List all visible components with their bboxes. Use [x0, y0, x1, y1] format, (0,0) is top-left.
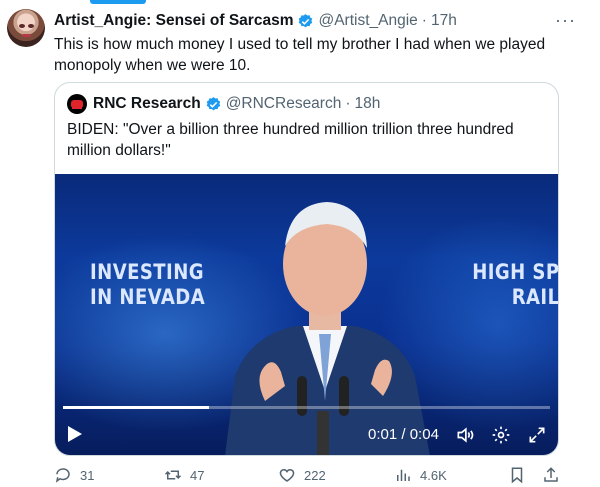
volume-icon[interactable]	[455, 425, 475, 445]
quoted-tweet[interactable]: RNC Research @RNCResearch · 18h BIDEN: "…	[54, 82, 559, 456]
reply-icon	[55, 468, 70, 483]
views-chart-icon	[397, 469, 410, 481]
action-bar: 31 47 222 4.6K	[54, 466, 564, 486]
verified-badge-icon	[206, 96, 220, 110]
avatar[interactable]	[7, 9, 45, 47]
video-time: 0:01 / 0:04	[368, 426, 439, 443]
backdrop-sign-right: HIGH SP RAIL	[472, 260, 558, 309]
repost-icon	[164, 470, 182, 480]
tweet-header: Artist_Angie: Sensei of Sarcasm @Artist_…	[54, 11, 570, 31]
bookmark-icon[interactable]	[508, 466, 526, 484]
reply-button[interactable]: 31	[54, 466, 94, 484]
quote-author-name[interactable]: RNC Research	[93, 95, 201, 113]
fullscreen-icon[interactable]	[527, 425, 547, 445]
top-accent-bar	[90, 0, 146, 4]
separator: ·	[421, 12, 427, 29]
verified-badge-icon	[299, 13, 313, 27]
quote-timestamp[interactable]: 18h	[355, 95, 381, 113]
repost-button[interactable]: 47	[164, 466, 204, 484]
quote-text: BIDEN: "Over a billion three hundred mil…	[67, 121, 514, 159]
like-button[interactable]: 222	[278, 466, 326, 484]
video-player[interactable]: INVESTING IN NEVADA HIGH SP RAIL 0:01 / …	[55, 174, 558, 455]
heart-icon	[279, 468, 295, 482]
quote-header: RNC Research @RNCResearch · 18h	[67, 94, 380, 114]
play-icon[interactable]	[68, 426, 82, 442]
video-progress-bar[interactable]	[63, 406, 550, 409]
more-options-icon[interactable]: ···	[555, 10, 576, 31]
quote-author-handle[interactable]: @RNCResearch	[226, 95, 342, 113]
backdrop-sign-left: INVESTING IN NEVADA	[90, 260, 206, 309]
views-button[interactable]: 4.6K	[394, 466, 447, 484]
author-handle[interactable]: @Artist_Angie	[318, 12, 417, 30]
tweet-timestamp[interactable]: 17h	[431, 12, 457, 30]
share-icon[interactable]	[542, 466, 560, 484]
video-progress-fill	[63, 406, 210, 409]
tweet-text: This is how much money I used to tell my…	[54, 36, 546, 74]
settings-gear-icon[interactable]	[491, 425, 511, 445]
speaker-figure	[225, 202, 430, 455]
rnc-logo-icon	[67, 94, 87, 114]
author-name[interactable]: Artist_Angie: Sensei of Sarcasm	[54, 12, 293, 30]
separator: ·	[345, 95, 351, 112]
